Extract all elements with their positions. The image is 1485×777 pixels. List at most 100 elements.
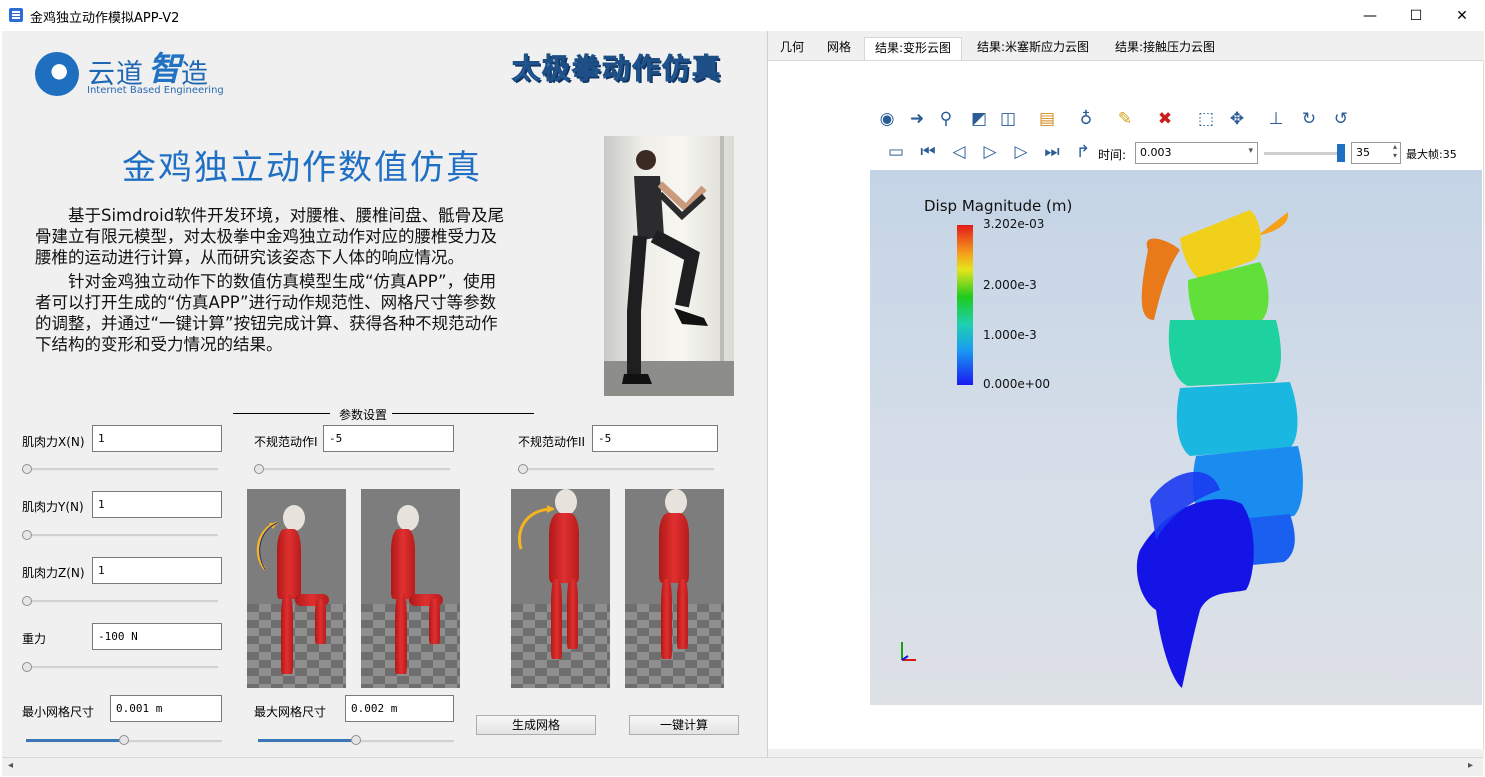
zoom-tool-icon[interactable]: ⚲ [934,107,958,131]
zoom-box-icon[interactable]: ⬚ [1194,107,1218,131]
maximize-button[interactable]: ☐ [1393,0,1439,31]
axes-triad-icon [901,642,916,661]
frame-spinbox[interactable]: 35 ▴ ▾ [1351,142,1401,164]
logo-swirl-icon [35,52,79,96]
muscle-z-label: 肌肉力Z(N) [22,566,85,580]
lighting-icon[interactable]: ♁ [1074,107,1098,131]
one-click-compute-button[interactable]: 一键计算 [629,715,739,735]
irregular-2-label: 不规范动作II [518,435,586,449]
muscle-x-label: 肌肉力X(N) [22,435,85,449]
min-mesh-input[interactable] [110,695,222,722]
muscle-y-slider[interactable] [22,530,32,540]
min-mesh-slider-fill [26,739,119,742]
scroll-left-icon[interactable]: ◂ [8,760,13,771]
scroll-right-icon[interactable]: ▸ [1468,760,1473,771]
muscle-z-slider-track [22,600,218,603]
tab-mises-stress[interactable]: 结果:米塞斯应力云图 [967,37,1099,59]
pan-icon[interactable]: ✥ [1225,107,1249,131]
loop-icon[interactable]: ↱ [1071,140,1095,164]
export-icon[interactable]: ➜ [905,107,929,131]
legend-label-max: 3.202e-03 [983,217,1045,231]
record-icon[interactable]: ▭ [884,140,908,164]
play-icon[interactable]: ▷ [978,140,1002,164]
page-heading: 金鸡独立动作数值仿真 [122,148,482,188]
posture-image-3 [511,489,610,688]
first-frame-icon[interactable]: ⏮ [916,140,940,164]
gravity-label: 重力 [22,632,47,646]
muscle-x-slider[interactable] [22,464,32,474]
tab-mesh[interactable]: 网格 [817,37,861,59]
description-line: 骨建立有限元模型，对太极拳中金鸡独立动作对应的腰椎受力及 [35,227,497,246]
params-group-label: 参数设置 [339,408,388,422]
posture-image-1 [247,489,346,688]
fit-view-icon[interactable]: ◩ [967,107,991,131]
irregular-1-input[interactable] [323,425,454,452]
tai-chi-photo [604,136,734,396]
max-mesh-label: 最大网格尺寸 [254,705,327,719]
axes-icon[interactable]: ⊥ [1264,107,1288,131]
logo-tagline: Internet Based Engineering [87,85,224,96]
description-line: 下结构的变形和受力情况的结果。 [35,335,283,354]
muscle-z-input[interactable] [92,557,222,584]
max-mesh-slider-fill [258,739,351,742]
posture-image-4 [625,489,724,688]
time-select[interactable]: 0.003 ▾ [1135,142,1258,164]
banner-title: 太极拳动作仿真 [511,52,723,86]
clear-icon[interactable]: ✖ [1153,107,1177,131]
posture-image-2 [361,489,460,688]
spin-up-icon[interactable]: ▴ [1393,142,1397,151]
generate-mesh-button[interactable]: 生成网格 [476,715,596,735]
irregular-2-slider-track [518,468,714,471]
app-icon [9,8,23,22]
viewer-toolbar: ◉ ➜ ⚲ ◩ ◫ ▤ ♁ ✎ ✖ ⬚ ✥ ⊥ ↻ ↺ [870,102,1482,136]
description-paragraph-1: 基于Simdroid软件开发环境，对腰椎、腰椎间盘、骶骨及尾 骨建立有限元模型，… [35,205,560,268]
muscle-y-input[interactable] [92,491,222,518]
tab-contact-pressure[interactable]: 结果:接触压力云图 [1105,37,1225,59]
time-value: 0.003 [1140,146,1172,159]
description-line: 者可以打开生成的“仿真APP”进行动作规范性、网格尺寸等参数 [35,293,497,312]
muscle-z-slider[interactable] [22,596,32,606]
group-divider [233,413,330,414]
last-frame-icon[interactable]: ⏭ [1040,140,1064,164]
spin-down-icon[interactable]: ▾ [1393,151,1397,160]
irregular-1-slider-track [254,468,450,471]
muscle-x-input[interactable] [92,425,222,452]
logo-text-b: 智 [148,49,181,88]
irregular-1-label: 不规范动作I [254,435,318,449]
description-line: 基于Simdroid软件开发环境，对腰椎、腰椎间盘、骶骨及尾 [35,206,505,225]
view-orientation-icon[interactable]: ▤ [1035,107,1059,131]
brush-icon[interactable]: ✎ [1113,107,1137,131]
irregular-2-slider[interactable] [518,464,528,474]
max-mesh-slider[interactable] [351,735,361,745]
rotate-icon[interactable]: ↻ [1297,107,1321,131]
muscle-x-slider-track [22,468,218,471]
muscle-y-slider-track [22,534,218,537]
legend-label-min: 0.000e+00 [983,377,1051,391]
min-mesh-slider[interactable] [119,735,129,745]
legend-color-bar [957,225,973,385]
box-view-icon[interactable]: ◫ [996,107,1020,131]
camera-icon[interactable]: ◉ [875,107,899,131]
description-line: 腰椎的运动进行计算，从而研究该姿态下人体的响应情况。 [35,248,464,267]
tab-geometry[interactable]: 几何 [770,37,814,59]
legend-title: Disp Magnitude (m) [924,197,1073,215]
horizontal-scrollbar[interactable]: ◂ ▸ [2,757,1483,776]
minimize-button[interactable]: — [1347,0,1393,31]
reset-view-icon[interactable]: ↺ [1329,107,1353,131]
gravity-input[interactable] [92,623,222,650]
frame-slider-handle[interactable] [1337,144,1345,162]
description-paragraph-2: 针对金鸡独立动作下的数值仿真模型生成“仿真APP”，使用 者可以打开生成的“仿真… [35,271,560,355]
next-frame-icon[interactable]: ▷ [1009,140,1033,164]
irregular-2-input[interactable] [592,425,718,452]
previous-frame-icon[interactable]: ◁ [947,140,971,164]
max-mesh-input[interactable] [345,695,454,722]
description-line: 的调整，并通过“一键计算”按钮完成计算、获得各种不规范动作 [35,314,498,333]
window-title: 金鸡独立动作模拟APP-V2 [30,11,180,26]
gravity-slider[interactable] [22,662,32,672]
title-bar: 金鸡独立动作模拟APP-V2 — ☐ ✕ [0,0,1485,31]
description-line: 针对金鸡独立动作下的数值仿真模型生成“仿真APP”，使用 [35,272,497,291]
frame-value: 35 [1356,146,1370,159]
tab-deformation[interactable]: 结果:变形云图 [864,37,963,60]
irregular-1-slider[interactable] [254,464,264,474]
close-button[interactable]: ✕ [1439,0,1485,31]
